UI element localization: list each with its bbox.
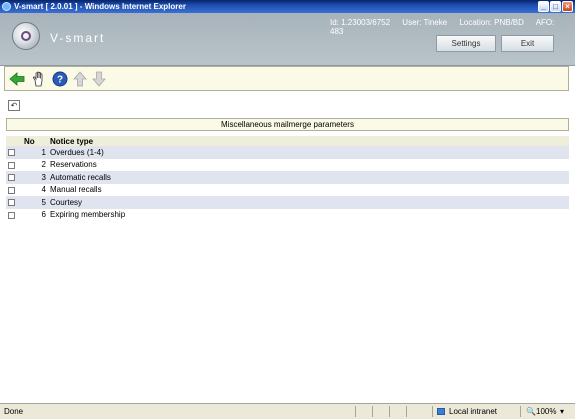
row-checkbox-cell <box>6 208 22 221</box>
status-divider <box>520 406 521 417</box>
row-checkbox[interactable] <box>8 199 15 207</box>
settings-button[interactable]: Settings <box>436 35 496 52</box>
zoom-dropdown-chevron-icon[interactable]: ▾ <box>560 404 564 419</box>
row-checkbox[interactable] <box>8 186 15 194</box>
exit-button[interactable]: Exit <box>501 35 554 52</box>
zoom-icon: 🔍 <box>526 407 536 416</box>
toolbar: ? <box>4 66 569 91</box>
minimize-button[interactable]: _ <box>538 1 549 12</box>
zoom-level[interactable]: 100% <box>536 404 556 419</box>
column-header-no: No <box>22 136 48 146</box>
status-divider <box>432 406 433 417</box>
maximize-button[interactable]: □ <box>550 1 561 12</box>
row-checkbox-cell <box>6 171 22 184</box>
down-arrow-icon <box>91 71 107 87</box>
hand-select-icon[interactable] <box>31 71 47 87</box>
row-checkbox-cell <box>6 146 22 159</box>
table-row[interactable]: 5 Courtesy <box>6 196 569 209</box>
notice-type-table: No Notice type 1 Overdues (1-4) 2 Reserv… <box>6 136 569 221</box>
panel-title: Miscellaneous mailmerge parameters <box>6 118 569 131</box>
status-divider <box>355 406 356 417</box>
status-bar: Done Local intranet 🔍 100% ▾ <box>0 403 575 419</box>
row-no: 1 <box>22 146 48 159</box>
row-checkbox[interactable] <box>8 149 15 157</box>
row-checkbox-cell <box>6 183 22 196</box>
session-info: Id: 1.23003/6752 User: Tineke Location: … <box>330 18 575 36</box>
row-notice-type[interactable]: Courtesy <box>48 196 569 209</box>
row-no: 5 <box>22 196 48 209</box>
row-no: 4 <box>22 183 48 196</box>
table-row[interactable]: 6 Expiring membership <box>6 208 569 221</box>
window-title-bar: V-smart [ 2.0.01 ] - Windows Internet Ex… <box>0 0 575 13</box>
row-checkbox[interactable] <box>8 161 15 169</box>
table-row[interactable]: 3 Automatic recalls <box>6 171 569 184</box>
logo-emblem <box>21 31 31 41</box>
row-checkbox-cell <box>6 158 22 171</box>
intranet-zone-icon <box>437 408 445 415</box>
column-header-notice-type: Notice type <box>48 136 569 146</box>
status-divider <box>372 406 373 417</box>
svg-text:?: ? <box>57 75 63 86</box>
status-text: Done <box>4 407 24 416</box>
column-header-select <box>6 136 22 146</box>
window-title: V-smart [ 2.0.01 ] - Windows Internet Ex… <box>14 2 186 11</box>
help-icon[interactable]: ? <box>52 71 68 87</box>
security-zone: Local intranet <box>449 407 498 416</box>
row-no: 6 <box>22 208 48 221</box>
table-row[interactable]: 2 Reservations <box>6 158 569 171</box>
row-checkbox[interactable] <box>8 211 15 219</box>
up-arrow-icon <box>72 71 88 87</box>
undo-icon[interactable]: ↶ <box>8 100 20 111</box>
table-row[interactable]: 1 Overdues (1-4) <box>6 146 569 159</box>
row-checkbox-cell <box>6 196 22 209</box>
app-header: V-smart Id: 1.23003/6752 User: Tineke Lo… <box>0 13 575 66</box>
close-button[interactable]: × <box>562 1 573 12</box>
table-row[interactable]: 4 Manual recalls <box>6 183 569 196</box>
status-divider <box>406 406 407 417</box>
row-no: 2 <box>22 158 48 171</box>
session-id: Id: 1.23003/6752 <box>330 18 391 27</box>
back-arrow-icon[interactable] <box>9 71 25 87</box>
brand-name: V-smart <box>50 31 106 45</box>
session-user: User: Tineke <box>402 18 448 27</box>
status-divider <box>389 406 390 417</box>
row-notice-type[interactable]: Automatic recalls <box>48 171 569 184</box>
row-no: 3 <box>22 171 48 184</box>
row-notice-type[interactable]: Overdues (1-4) <box>48 146 569 159</box>
table-header-row: No Notice type <box>6 136 569 146</box>
row-notice-type[interactable]: Manual recalls <box>48 183 569 196</box>
vsmart-logo-icon <box>12 22 40 50</box>
session-location: Location: PNB/BD <box>459 18 524 27</box>
row-checkbox[interactable] <box>8 174 15 182</box>
row-notice-type[interactable]: Expiring membership <box>48 208 569 221</box>
row-notice-type[interactable]: Reservations <box>48 158 569 171</box>
internet-explorer-icon <box>2 2 11 11</box>
